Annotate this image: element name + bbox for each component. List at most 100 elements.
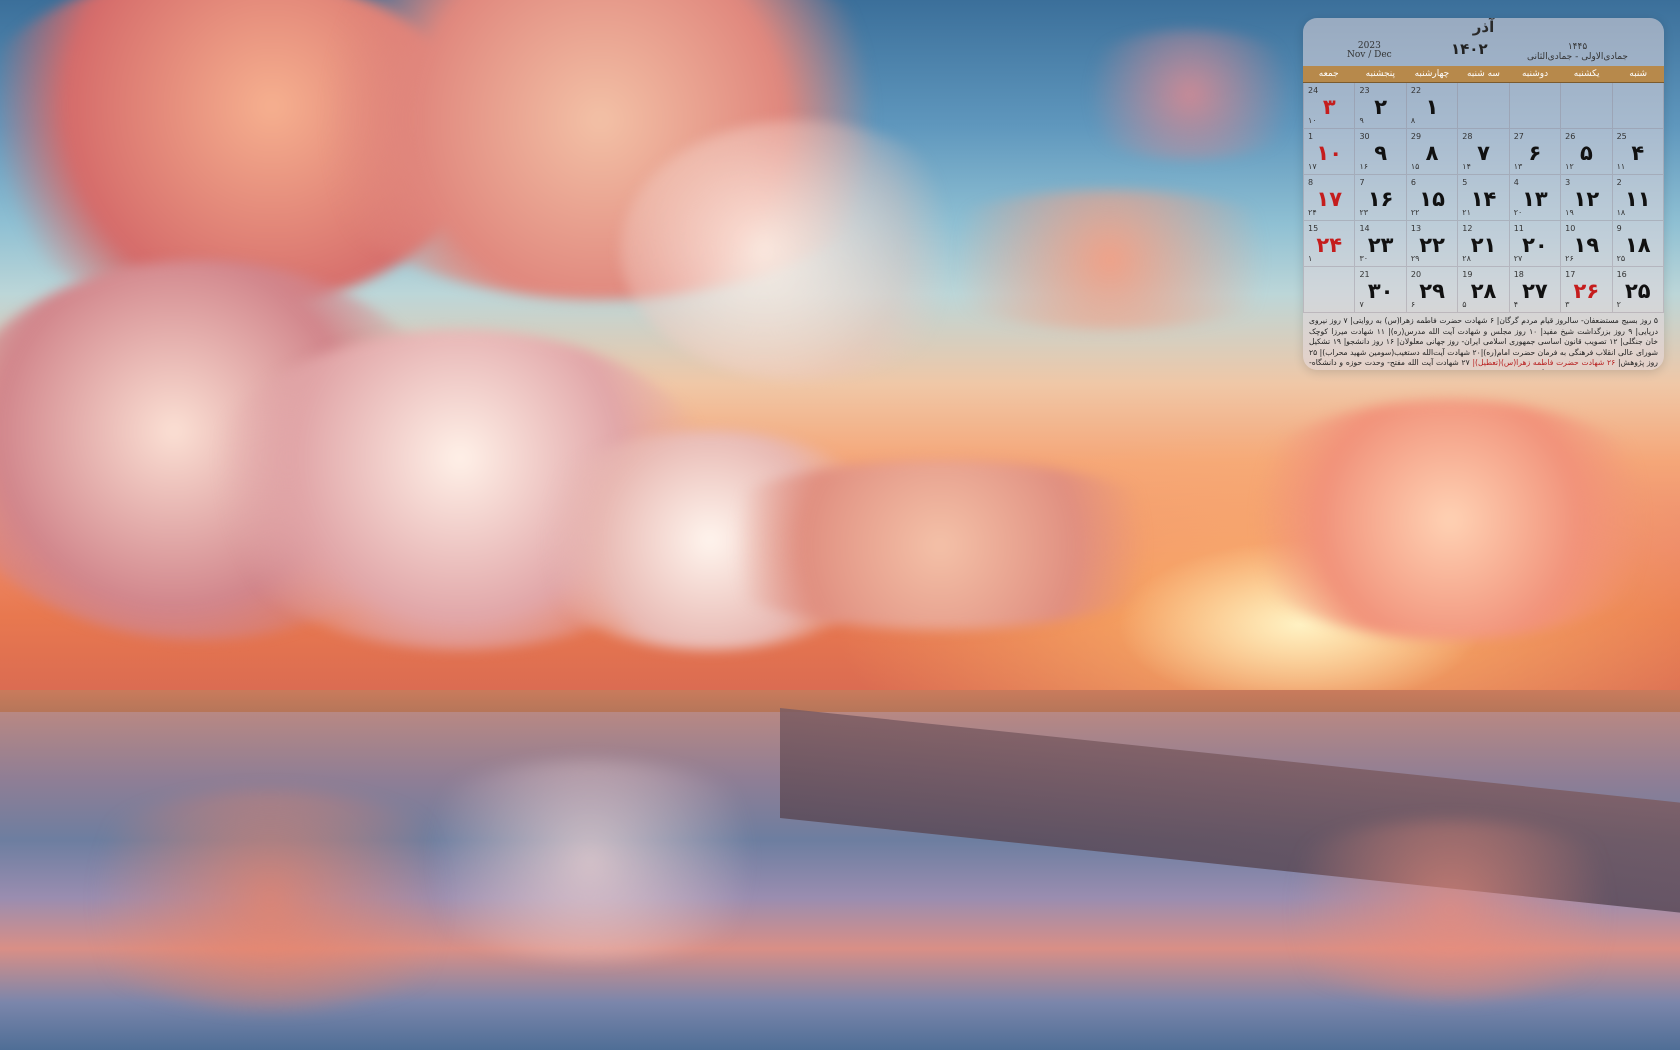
calendar-gregorian-day: 5: [1462, 178, 1468, 187]
calendar-hijri-day: ۱۵: [1410, 162, 1420, 171]
calendar-gregorian-day: 10: [1565, 224, 1576, 233]
calendar-gregorian-day: 29: [1410, 132, 1422, 141]
calendar-day-cell: 3 ۱۲ ۱۹: [1561, 175, 1613, 221]
calendar-hijri-day: ۱۳: [1513, 162, 1523, 171]
calendar-gregorian-day: 4: [1513, 178, 1519, 187]
cloud-reflection-mid: [380, 760, 800, 960]
calendar-hijri-day: ۲۰: [1513, 208, 1523, 217]
calendar-hijri-day: ۲۴: [1308, 208, 1317, 217]
calendar-gregorian-day: 26: [1565, 132, 1576, 141]
calendar-weekday-header: شنبه یکشنبه دوشنبه سه شنبه چهارشنبه پنجش…: [1303, 66, 1664, 83]
calendar-day-cell: 18 ۲۷ ۴: [1509, 267, 1562, 313]
calendar-day-cell: 15 ۲۴ ۱: [1304, 221, 1356, 267]
calendar-hijri-day: ۲۲: [1410, 208, 1420, 217]
desktop-calendar-widget: آذر 2023 Nov / Dec ۱۴۰۲ ۱۴۴۵ جمادی‌الاول…: [1303, 18, 1664, 370]
calendar-gregorian-day: 15: [1308, 224, 1319, 233]
calendar-hijri-day: ۲۵: [1616, 254, 1626, 263]
calendar-empty-cell: [1612, 83, 1664, 129]
calendar-day-cell: 26 ۵ ۱۲: [1561, 129, 1613, 175]
calendar-hijri-day: ۲۹: [1410, 254, 1420, 263]
calendar-day-cell: 23 ۲ ۹: [1355, 83, 1407, 129]
calendar-hijri-day: ۴: [1513, 300, 1519, 309]
calendar-hijri-day: ۱۴: [1462, 162, 1471, 171]
calendar-day-cell: 20 ۲۹ ۶: [1406, 267, 1459, 313]
weekday-thursday: پنجشنبه: [1365, 69, 1395, 79]
calendar-gregorian-day: 25: [1616, 132, 1627, 141]
calendar-empty-cell: [1304, 267, 1356, 313]
cloud-streak-right: [900, 190, 1320, 330]
weekday-monday: دوشنبه: [1521, 69, 1549, 79]
calendar-hijri-day: ۱۶: [1359, 162, 1369, 171]
calendar-hijri-day: ۲۷: [1513, 254, 1523, 263]
calendar-gregorian-day: 3: [1565, 178, 1571, 187]
calendar-empty-cell: [1561, 83, 1613, 129]
calendar-gregorian-day: 20: [1410, 270, 1422, 279]
calendar-gregorian-day: 9: [1616, 224, 1622, 233]
calendar-gregorian-day: 2: [1616, 178, 1622, 187]
calendar-day-cell: 21 ۳۰ ۷: [1355, 267, 1407, 313]
calendar-day-cell: 28 ۷ ۱۴: [1458, 129, 1510, 175]
calendar-gregorian-day: 1: [1308, 132, 1314, 141]
weekday-wednesday: چهارشنبه: [1414, 69, 1450, 79]
calendar-day-cell: 2 ۱۱ ۱۸: [1612, 175, 1664, 221]
calendar-month-name: آذر: [1472, 18, 1495, 36]
calendar-hijri-day: ۷: [1359, 300, 1364, 309]
calendar-gregorian-day: 16: [1616, 270, 1627, 279]
calendar-gregorian-day: 28: [1462, 132, 1473, 141]
calendar-day-cell: 6 ۱۵ ۲۲: [1406, 175, 1459, 221]
calendar-day-cell: 24 ۳ ۱۰: [1304, 83, 1356, 129]
calendar-day-cell: 14 ۲۳ ۳۰: [1355, 221, 1407, 267]
calendar-hijri-day: ۳۰: [1359, 254, 1369, 263]
weekday-friday: جمعه: [1318, 69, 1339, 79]
calendar-gregorian-day: 21: [1359, 270, 1370, 279]
calendar-gregorian-day: 6: [1410, 178, 1416, 187]
calendar-hijri-day: ۶: [1410, 300, 1416, 309]
calendar-hijri-day: ۲: [1616, 300, 1621, 309]
calendar-day-cell: 4 ۱۳ ۲۰: [1509, 175, 1562, 221]
calendar-gregorian-day: 8: [1308, 178, 1314, 187]
calendar-gregorian-day: 22: [1410, 86, 1422, 95]
calendar-day-cell: 13 ۲۲ ۲۹: [1406, 221, 1459, 267]
calendar-hijri-day: ۱: [1308, 254, 1313, 263]
calendar-day-cell: 29 ۸ ۱۵: [1406, 129, 1459, 175]
calendar-hijri-day: ۲۶: [1565, 254, 1574, 263]
weekday-sunday: یکشنبه: [1573, 69, 1600, 79]
calendar-gregorian-day: 7: [1359, 178, 1365, 187]
calendar-hijri-label: ۱۴۴۵ جمادی‌الاولی - جمادی‌الثانی: [1527, 42, 1628, 62]
cloud-sunset-right: [1220, 400, 1680, 640]
cloud-upper-right: [1060, 30, 1320, 160]
calendar-day-cell: 22 ۱ ۸: [1406, 83, 1459, 129]
calendar-gregorian-day: 24: [1308, 86, 1319, 95]
calendar-hijri-day: ۱۸: [1616, 208, 1626, 217]
calendar-gregorian-day: 30: [1359, 132, 1370, 141]
calendar-header: آذر 2023 Nov / Dec ۱۴۰۲ ۱۴۴۵ جمادی‌الاول…: [1303, 18, 1664, 66]
calendar-day-cell: 16 ۲۵ ۲: [1612, 267, 1664, 313]
calendar-hijri-months: جمادی‌الاولی - جمادی‌الثانی: [1526, 52, 1628, 62]
calendar-hijri-day: ۱۱: [1616, 162, 1626, 171]
calendar-day-cell: 30 ۹ ۱۶: [1355, 129, 1407, 175]
calendar-day-cell: 12 ۲۱ ۲۸: [1458, 221, 1510, 267]
calendar-gregorian-day: 23: [1359, 86, 1370, 95]
calendar-day-cell: 5 ۱۴ ۲۱: [1458, 175, 1510, 221]
calendar-events-text: ۵ روز بسیج مستضعفان- سالروز قیام مردم گر…: [1303, 313, 1664, 370]
calendar-empty-cell: [1509, 83, 1562, 129]
calendar-hijri-day: ۱۲: [1565, 162, 1574, 171]
calendar-hijri-day: ۱۹: [1565, 208, 1574, 217]
calendar-gregorian-day: 17: [1565, 270, 1576, 279]
cloud-reflection-right: [1240, 820, 1660, 1000]
calendar-hijri-day: ۸: [1410, 116, 1416, 125]
calendar-events-holiday: ۲۶ شهادت حضرت فاطمه زهرا(س)(تعطیل)|: [1472, 358, 1618, 367]
calendar-day-cell: 19 ۲۸ ۵: [1458, 267, 1510, 313]
calendar-hijri-day: ۳: [1565, 300, 1570, 309]
calendar-hijri-day: ۱۷: [1308, 162, 1317, 171]
calendar-gregorian-day: 12: [1462, 224, 1473, 233]
calendar-hijri-year: ۱۴۴۵: [1567, 42, 1588, 52]
weekday-saturday: شنبه: [1629, 69, 1648, 79]
calendar-gregorian-months: Nov / Dec: [1347, 50, 1392, 60]
calendar-day-grid: 22 ۱ ۸ 23 ۲ ۹ 24 ۳ ۱۰ 25 ۴ ۱۱ 26 ۵ ۱۲ 27 ۶ ۱۳ 28 ۷ ۱۴ 29 ۸ ۱۵ 30…: [1303, 83, 1664, 313]
calendar-hijri-day: ۲۸: [1462, 254, 1471, 263]
calendar-gregorian-label: 2023 Nov / Dec: [1347, 42, 1392, 60]
calendar-hijri-day: ۲۳: [1359, 208, 1369, 217]
calendar-day-cell: 8 ۱۷ ۲۴: [1304, 175, 1356, 221]
calendar-day-cell: 9 ۱۸ ۲۵: [1612, 221, 1664, 267]
